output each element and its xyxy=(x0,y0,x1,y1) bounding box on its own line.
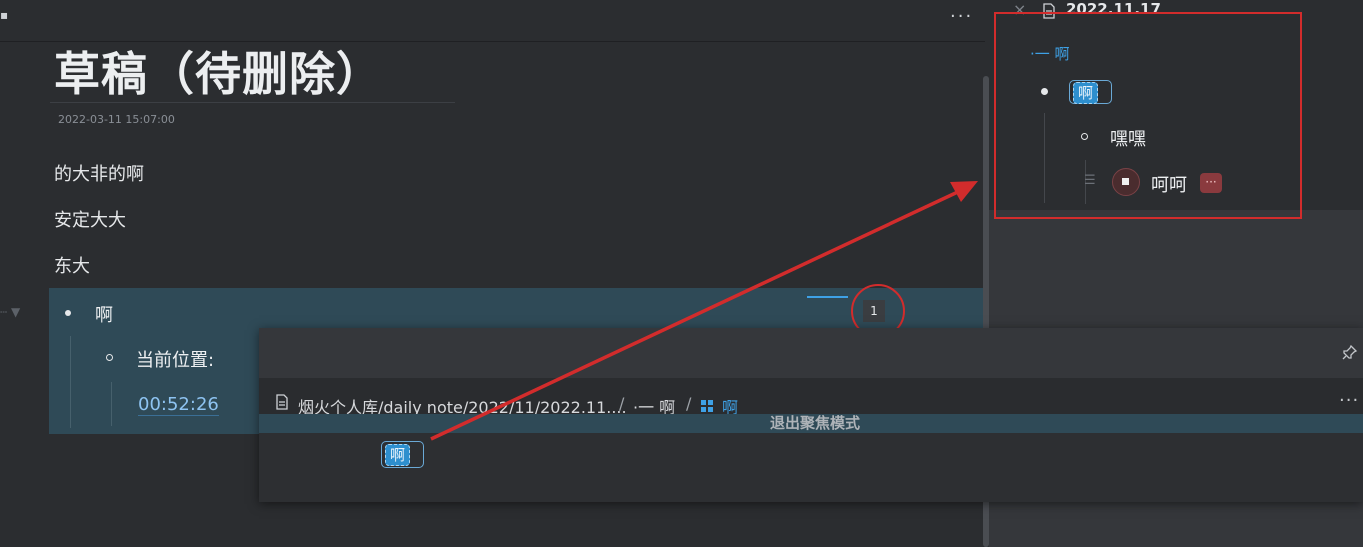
page-title[interactable]: 草稿（待删除） xyxy=(54,38,383,104)
pin-icon[interactable] xyxy=(1342,344,1358,364)
annotation-box xyxy=(994,12,1302,219)
indent-guide xyxy=(111,382,112,426)
breadcrumb-separator: / xyxy=(619,394,625,413)
list-item[interactable]: 啊 xyxy=(95,301,113,327)
document-icon xyxy=(275,394,289,414)
list-bullet-icon[interactable] xyxy=(65,310,71,316)
doc-timestamp: 2022-03-11 15:07:00 xyxy=(58,113,175,126)
paragraph[interactable]: 东大 xyxy=(54,252,90,278)
breadcrumb-separator: / xyxy=(686,394,692,413)
paragraph[interactable]: 安定大大 xyxy=(54,206,126,232)
title-divider xyxy=(50,102,455,103)
paragraph[interactable]: 的大非的啊 xyxy=(54,160,144,186)
tag[interactable]: 啊 xyxy=(385,444,411,466)
list-item[interactable]: 当前位置: xyxy=(136,346,214,372)
indent-guide xyxy=(70,336,71,428)
accent-line xyxy=(807,296,848,298)
collapse-arrow-icon[interactable]: ┄ ▼ xyxy=(0,305,20,319)
grip-icon[interactable]: ▪ xyxy=(0,8,8,22)
time-link[interactable]: 00:52:26 xyxy=(138,394,219,416)
more-options-button[interactable]: ··· xyxy=(950,6,973,27)
exit-focus-label[interactable]: 退出聚焦模式 xyxy=(770,414,860,433)
more-options-button[interactable]: ··· xyxy=(1339,390,1359,411)
list-bullet-icon[interactable] xyxy=(106,354,113,361)
popup-header xyxy=(259,328,1363,378)
grid-icon xyxy=(701,397,713,412)
